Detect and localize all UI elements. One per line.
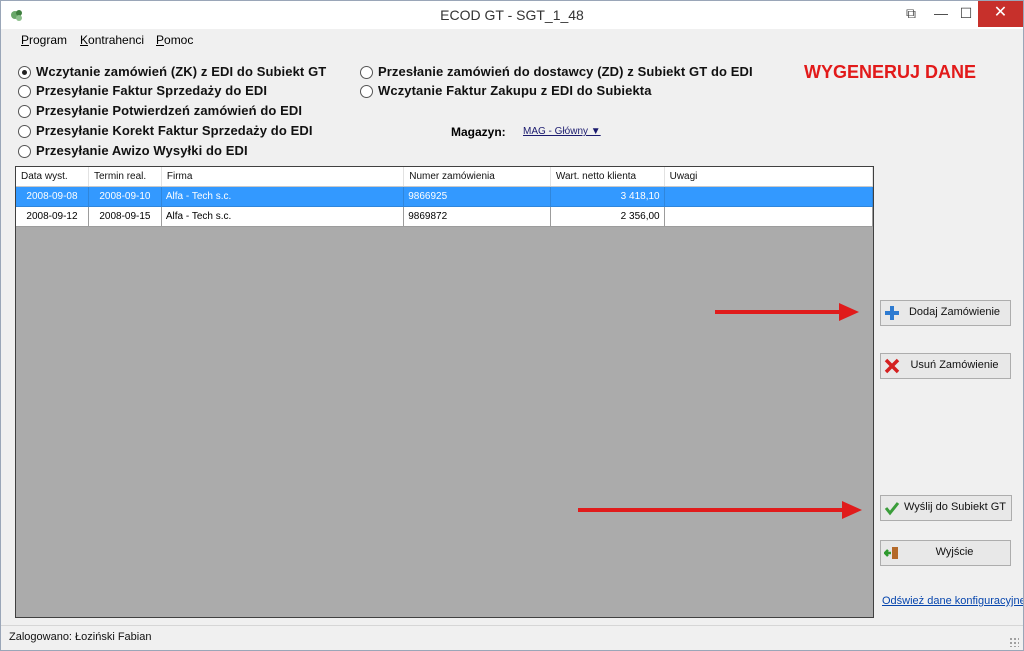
menu-program[interactable]: Program — [21, 33, 67, 47]
table-cell[interactable]: Alfa - Tech s.c. — [161, 186, 405, 207]
radio-circle[interactable] — [18, 125, 31, 138]
plus-icon — [885, 306, 899, 320]
delete-x-icon — [884, 358, 900, 374]
menu-kontrahenci[interactable]: Kontrahenci — [80, 33, 144, 47]
resize-grip-icon[interactable] — [1009, 637, 1019, 647]
table-cell[interactable]: 2008-09-15 — [88, 206, 162, 227]
menu-pomoc[interactable]: Pomoc — [156, 33, 193, 47]
send-to-subiekt-label: Wyślij do Subiekt GT — [904, 501, 1006, 513]
remove-order-label: Usuń Zamówienie — [910, 359, 999, 371]
table-cell[interactable]: 9866925 — [403, 186, 551, 207]
table-cell[interactable]: 2008-09-08 — [16, 186, 89, 207]
radio-circle[interactable] — [18, 145, 31, 158]
red-arrow-annotation — [578, 501, 862, 519]
magazyn-dropdown[interactable]: MAG - Główny ▼ — [523, 126, 601, 137]
close-button[interactable]: ✕ — [978, 1, 1023, 27]
radio-circle-selected[interactable] — [18, 66, 31, 79]
send-to-subiekt-button[interactable]: Wyślij do Subiekt GT — [880, 495, 1012, 521]
maximize-button[interactable]: ☐ — [951, 1, 981, 27]
radio-circle[interactable] — [360, 66, 373, 79]
table-header-row: Data wyst. Termin real. Firma Numer zamó… — [16, 167, 874, 187]
table-cell[interactable]: 2008-09-12 — [16, 206, 89, 227]
radio-circle[interactable] — [360, 85, 373, 98]
table-cell[interactable]: 9869872 — [403, 206, 551, 227]
refresh-config-link[interactable]: Odśwież dane konfiguracyjne — [882, 595, 1023, 607]
radio-label: Wczytanie zamówień (ZK) z EDI do Subiekt… — [36, 64, 327, 79]
exit-door-icon — [884, 547, 898, 559]
table-cell[interactable] — [664, 186, 874, 207]
column-header-numer-zamowienia[interactable]: Numer zamówienia — [403, 167, 551, 187]
orders-table: Data wyst. Termin real. Firma Numer zamó… — [16, 167, 874, 227]
radio-label: Przesłanie zamówień do dostawcy (ZD) z S… — [378, 64, 753, 79]
magazyn-label: Magazyn: — [451, 125, 506, 139]
table-cell[interactable] — [664, 206, 874, 227]
window-title: ECOD GT - SGT_1_48 — [440, 7, 584, 23]
radio-label: Przesyłanie Awizo Wysyłki do EDI — [36, 143, 248, 158]
radio-circle[interactable] — [18, 105, 31, 118]
radio-label: Przesyłanie Faktur Sprzedaży do EDI — [36, 83, 268, 98]
add-order-button[interactable]: Dodaj Zamówienie — [880, 300, 1011, 326]
table-cell[interactable]: 2008-09-10 — [88, 186, 162, 207]
radio-circle[interactable] — [18, 85, 31, 98]
exit-button[interactable]: Wyjście — [880, 540, 1011, 566]
app-window: ECOD GT - SGT_1_48 ⧉ — ☐ ✕ Program Kontr… — [0, 0, 1024, 651]
red-arrow-annotation — [715, 303, 859, 321]
remove-order-button[interactable]: Usuń Zamówienie — [880, 353, 1011, 379]
column-header-termin-real[interactable]: Termin real. — [88, 167, 162, 187]
table-cell[interactable]: 3 418,10 — [550, 186, 665, 207]
radio-label: Przesyłanie Potwierdzeń zamówień do EDI — [36, 103, 303, 118]
column-header-data-wyst[interactable]: Data wyst. — [16, 167, 89, 187]
orders-grid[interactable]: Data wyst. Termin real. Firma Numer zamó… — [15, 166, 874, 618]
menu-bar: Program Kontrahenci Pomoc — [1, 30, 1023, 50]
column-header-uwagi[interactable]: Uwagi — [664, 167, 874, 187]
column-header-firma[interactable]: Firma — [161, 167, 405, 187]
table-cell[interactable]: Alfa - Tech s.c. — [161, 206, 405, 227]
generate-data-button[interactable]: WYGENERUJ DANE — [804, 62, 976, 83]
table-row[interactable]: 2008-09-08 2008-09-10 Alfa - Tech s.c. 9… — [16, 186, 874, 207]
add-order-label: Dodaj Zamówienie — [908, 306, 1001, 318]
status-bar: Zalogowano: Łoziński Fabian — [1, 625, 1023, 650]
restore-icon[interactable]: ⧉ — [896, 1, 926, 27]
exit-label: Wyjście — [935, 546, 974, 558]
radio-label: Przesyłanie Korekt Faktur Sprzedaży do E… — [36, 123, 313, 138]
radio-label: Wczytanie Faktur Zakupu z EDI do Subiekt… — [378, 83, 652, 98]
table-cell[interactable]: 2 356,00 — [550, 206, 665, 227]
title-bar: ECOD GT - SGT_1_48 ⧉ — ☐ ✕ — [1, 1, 1023, 29]
column-header-wart-netto[interactable]: Wart. netto klienta — [550, 167, 665, 187]
checkmark-icon — [884, 502, 900, 516]
table-row[interactable]: 2008-09-12 2008-09-15 Alfa - Tech s.c. 9… — [16, 206, 874, 227]
logged-in-status: Zalogowano: Łoziński Fabian — [9, 631, 152, 643]
